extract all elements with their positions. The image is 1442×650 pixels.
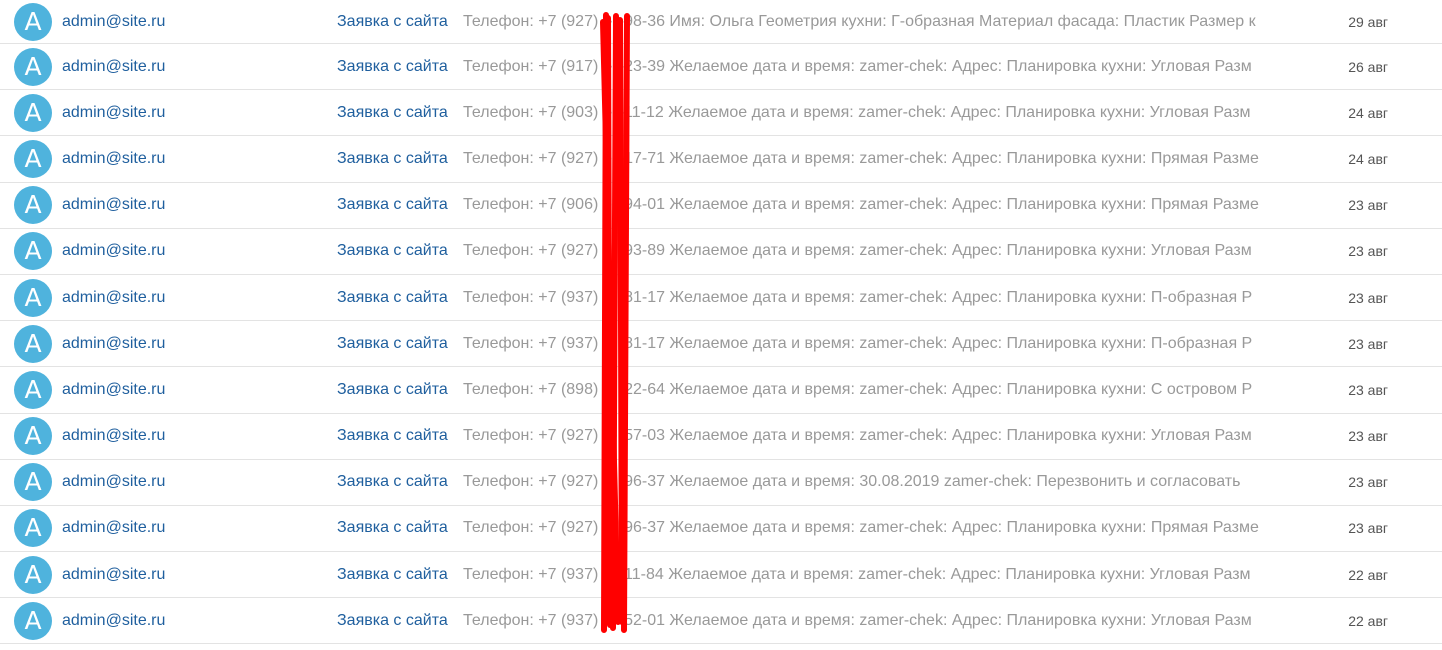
message-date: 23 авг <box>1348 335 1388 352</box>
sender-avatar: A <box>14 370 52 409</box>
sender-avatar: A <box>14 139 52 178</box>
message-snippet[interactable]: Телефон: +7 (937) ···-81-17 Желаемое дат… <box>463 289 1285 307</box>
message-subject[interactable]: Заявка с сайта <box>337 150 448 168</box>
sender-name[interactable]: admin@site.ru <box>62 427 165 445</box>
sender-name[interactable]: admin@site.ru <box>62 612 165 630</box>
mail-row[interactable]: Aadmin@site.ru Заявка с сайта Телефон: +7 … <box>0 460 1442 506</box>
mail-row[interactable]: Aadmin@site.ru Заявка с сайта Телефон: +7 … <box>0 598 1442 645</box>
message-snippet[interactable]: Телефон: +7 (927) ···-17-71 Желаемое дат… <box>463 150 1285 168</box>
mail-row[interactable]: Aadmin@site.ru Заявка с сайта Телефон: +7 … <box>0 183 1442 229</box>
message-subject[interactable]: Заявка с сайта <box>337 473 448 491</box>
mail-row[interactable]: Aadmin@site.ru Заявка с сайта Телефон: +7 … <box>0 414 1442 460</box>
message-subject[interactable]: Заявка с сайта <box>337 612 448 630</box>
message-snippet[interactable]: Телефон: +7 (917) ···-23-39 Желаемое дат… <box>463 58 1285 76</box>
message-snippet[interactable]: Телефон: +7 (927) ···-93-89 Желаемое дат… <box>463 242 1285 260</box>
message-snippet[interactable]: Телефон: +7 (937) ···-11-84 Желаемое дат… <box>463 566 1285 584</box>
message-snippet[interactable]: Телефон: +7 (898) ···-22-64 Желаемое дат… <box>463 381 1285 399</box>
mail-row[interactable]: Aadmin@site.ru Заявка с сайта Телефон: +7 … <box>0 367 1442 414</box>
mail-row[interactable]: Aadmin@site.ru Заявка с сайта Телефон: +7 … <box>0 506 1442 553</box>
message-date: 23 авг <box>1348 520 1388 537</box>
sender-name[interactable]: admin@site.ru <box>62 289 165 307</box>
message-date: 24 авг <box>1348 150 1388 167</box>
sender-avatar: A <box>14 2 52 41</box>
message-subject[interactable]: Заявка с сайта <box>337 519 448 537</box>
message-snippet[interactable]: Телефон: +7 (927) ···-96-37 Желаемое дат… <box>463 519 1285 537</box>
mail-row[interactable]: Aadmin@site.ru Заявка с сайта Телефон: +7 … <box>0 44 1442 91</box>
message-snippet[interactable]: Телефон: +7 (906) ···-94-01 Желаемое дат… <box>463 196 1285 214</box>
message-subject[interactable]: Заявка с сайта <box>337 196 448 214</box>
message-snippet[interactable]: Телефон: +7 (937) ···-81-17 Желаемое дат… <box>463 335 1285 353</box>
sender-avatar: A <box>14 186 52 225</box>
message-date: 23 авг <box>1348 381 1388 398</box>
mail-row[interactable]: Aadmin@site.ru Заявка с сайта Телефон: +7 … <box>0 0 1442 44</box>
message-date: 23 авг <box>1348 289 1388 306</box>
sender-name[interactable]: admin@site.ru <box>62 381 165 399</box>
sender-name[interactable]: admin@site.ru <box>62 242 165 260</box>
sender-avatar: A <box>14 324 52 363</box>
message-date: 23 авг <box>1348 197 1388 214</box>
message-date: 23 авг <box>1348 428 1388 445</box>
mail-row[interactable]: Aadmin@site.ru Заявка с сайта Телефон: +7 … <box>0 552 1442 599</box>
message-subject[interactable]: Заявка с сайта <box>337 242 448 260</box>
message-snippet[interactable]: Телефон: +7 (927) ···-98-36 Имя: Ольга Г… <box>463 13 1285 31</box>
message-date: 23 авг <box>1348 474 1388 491</box>
message-date: 29 авг <box>1348 13 1388 30</box>
sender-avatar: A <box>14 555 52 594</box>
mail-row[interactable]: Aadmin@site.ru Заявка с сайта Телефон: +7 … <box>0 275 1442 322</box>
message-date: 22 авг <box>1348 566 1388 583</box>
sender-avatar: A <box>14 93 52 132</box>
sender-avatar: A <box>14 232 52 271</box>
message-subject[interactable]: Заявка с сайта <box>337 335 448 353</box>
sender-name[interactable]: admin@site.ru <box>62 58 165 76</box>
sender-avatar: A <box>14 278 52 317</box>
mail-list: Aadmin@site.ru Заявка с сайта Телефон: +7 … <box>0 0 1442 645</box>
message-subject[interactable]: Заявка с сайта <box>337 427 448 445</box>
message-date: 22 авг <box>1348 612 1388 629</box>
sender-avatar: A <box>14 417 52 456</box>
message-date: 23 авг <box>1348 243 1388 260</box>
sender-name[interactable]: admin@site.ru <box>62 473 165 491</box>
message-subject[interactable]: Заявка с сайта <box>337 104 448 122</box>
sender-avatar: A <box>14 601 52 640</box>
sender-avatar: A <box>14 463 52 502</box>
mail-row[interactable]: Aadmin@site.ru Заявка с сайта Телефон: +7 … <box>0 90 1442 137</box>
sender-name[interactable]: admin@site.ru <box>62 566 165 584</box>
mail-row[interactable]: Aadmin@site.ru Заявка с сайта Телефон: +7 … <box>0 229 1442 275</box>
message-snippet[interactable]: Телефон: +7 (927) ···-96-37 Желаемое дат… <box>463 473 1285 491</box>
sender-name[interactable]: admin@site.ru <box>62 13 165 31</box>
mail-row[interactable]: Aadmin@site.ru Заявка с сайта Телефон: +7 … <box>0 136 1442 183</box>
sender-name[interactable]: admin@site.ru <box>62 519 165 537</box>
sender-name[interactable]: admin@site.ru <box>62 104 165 122</box>
sender-name[interactable]: admin@site.ru <box>62 196 165 214</box>
message-subject[interactable]: Заявка с сайта <box>337 566 448 584</box>
sender-avatar: A <box>14 509 52 548</box>
message-date: 26 авг <box>1348 58 1388 75</box>
message-subject[interactable]: Заявка с сайта <box>337 58 448 76</box>
message-subject[interactable]: Заявка с сайта <box>337 289 448 307</box>
message-snippet[interactable]: Телефон: +7 (903) ···-11-12 Желаемое дат… <box>463 104 1285 122</box>
message-snippet[interactable]: Телефон: +7 (927) ···-57-03 Желаемое дат… <box>463 427 1285 445</box>
sender-avatar: A <box>14 47 52 86</box>
message-snippet[interactable]: Телефон: +7 (937) ···-52-01 Желаемое дат… <box>463 612 1285 630</box>
message-date: 24 авг <box>1348 104 1388 121</box>
sender-name[interactable]: admin@site.ru <box>62 335 165 353</box>
message-subject[interactable]: Заявка с сайта <box>337 13 448 31</box>
mail-row[interactable]: Aadmin@site.ru Заявка с сайта Телефон: +7 … <box>0 321 1442 368</box>
message-subject[interactable]: Заявка с сайта <box>337 381 448 399</box>
sender-name[interactable]: admin@site.ru <box>62 150 165 168</box>
